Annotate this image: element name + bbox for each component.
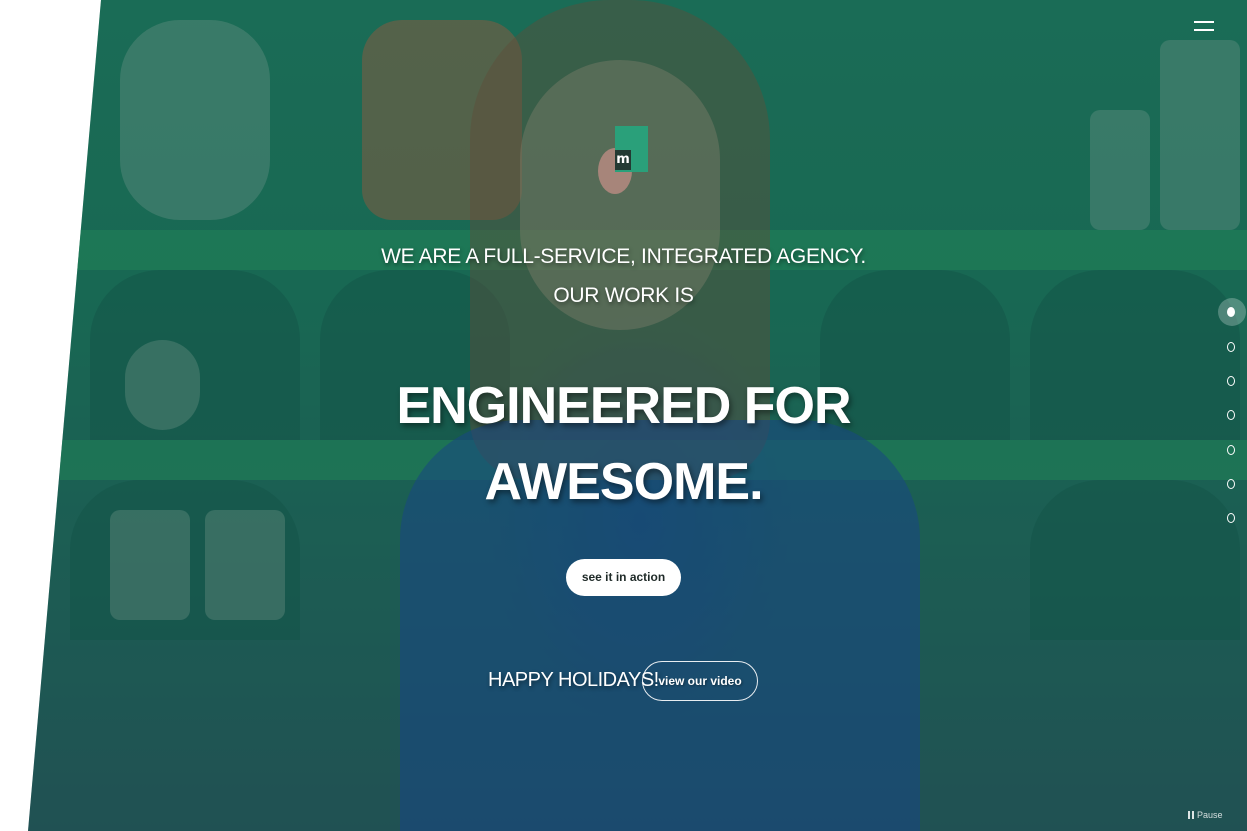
hamburger-menu-icon[interactable] [1194,18,1216,34]
view-our-video-button[interactable]: view our video [642,661,758,701]
headline-line-2: AWESOME. [484,453,763,511]
see-it-in-action-button[interactable]: see it in action [566,559,681,596]
pause-button[interactable]: Pause [1188,810,1223,820]
tagline-line-1: WE ARE A FULL-SERVICE, INTEGRATED AGENCY… [381,245,866,268]
page: m WE ARE A FULL-SERVICE, INTEGRATED AGEN… [0,0,1247,831]
slide-dot[interactable] [1218,367,1246,395]
menu-bar [1194,29,1214,31]
slide-dot[interactable] [1218,504,1246,532]
dot-icon [1227,410,1235,420]
dot-icon [1227,445,1235,455]
pause-label: Pause [1197,810,1223,820]
pause-icon [1188,811,1194,819]
slide-dot[interactable] [1218,470,1246,498]
logo-letter: m [615,150,631,170]
dot-icon [1227,342,1235,352]
slide-dot[interactable] [1218,333,1246,361]
slide-dot[interactable] [1218,436,1246,464]
slide-dot-active[interactable] [1218,298,1246,326]
slide-dot[interactable] [1218,401,1246,429]
brand-logo[interactable]: m [598,126,650,196]
menu-bar [1194,21,1214,23]
dot-icon [1227,376,1235,386]
holiday-text: HAPPY HOLIDAYS! [488,669,659,691]
dot-icon [1227,479,1235,489]
headline-line-1: ENGINEERED FOR [396,377,851,435]
dot-icon [1227,307,1235,317]
tagline-line-2: OUR WORK IS [553,284,694,307]
dot-icon [1227,513,1235,523]
